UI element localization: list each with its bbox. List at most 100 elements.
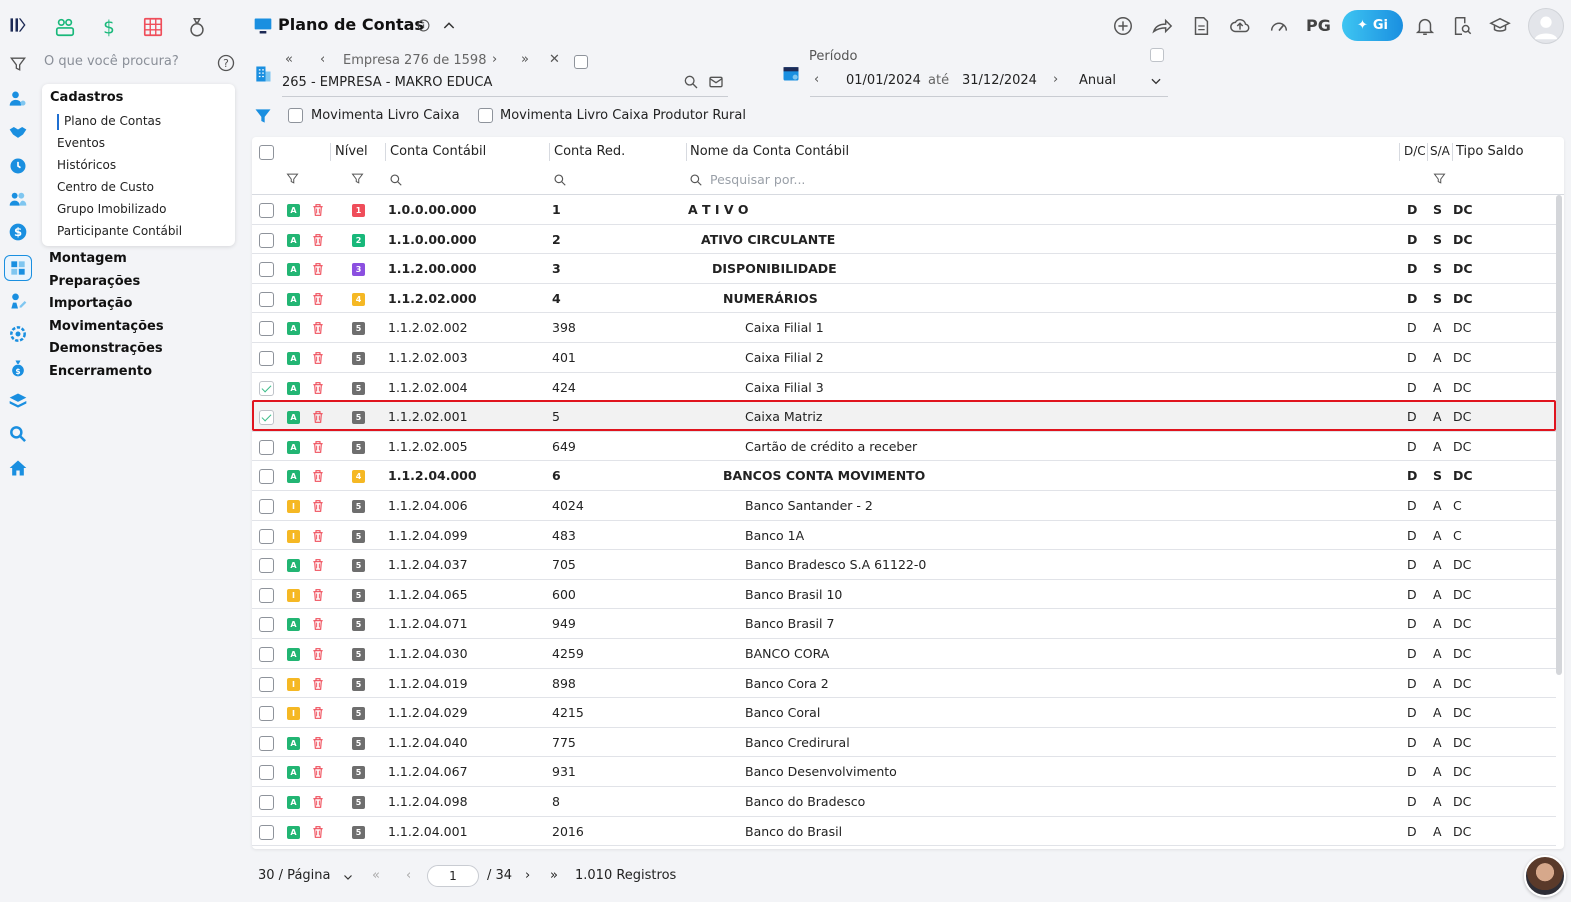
layers-icon[interactable] [7, 390, 29, 412]
table-row[interactable]: A 5 1.1.2.02.003 401 Caixa Filial 2 D A DC [252, 343, 1556, 373]
row-checkbox[interactable] [259, 587, 274, 603]
trash-icon[interactable] [310, 646, 326, 662]
col-conta-contabil[interactable]: Conta Contábil [390, 144, 486, 159]
table-row[interactable]: A 3 1.1.2.00.000 3 DISPONIBILIDADE D S DC [252, 254, 1556, 284]
trash-icon[interactable] [310, 350, 326, 366]
col-tipo-saldo[interactable]: Tipo Saldo [1456, 144, 1524, 159]
col-dc[interactable]: D/C [1404, 144, 1426, 158]
col-nome-conta[interactable]: Nome da Conta Contábil [690, 144, 849, 159]
row-checkbox[interactable] [259, 351, 274, 366]
row-checkbox[interactable] [259, 232, 274, 248]
accounting-module-icon[interactable] [4, 255, 32, 281]
period-end-date[interactable]: 31/12/2024 [962, 73, 1037, 88]
table-row[interactable]: A 4 1.1.2.02.000 4 NUMERÁRIOS D S DC [252, 284, 1556, 314]
search-input[interactable]: O que você procura? [44, 54, 194, 69]
col-conta-red[interactable]: Conta Red. [554, 144, 625, 159]
filter-funnel-icon[interactable] [253, 106, 273, 126]
speedometer-icon[interactable] [1267, 14, 1291, 38]
clock-icon[interactable] [7, 155, 29, 177]
trash-icon[interactable] [310, 261, 326, 277]
menu-item-plano-de-contas[interactable]: Plano de Contas [64, 114, 161, 128]
periodo-checkbox[interactable] [1150, 48, 1164, 62]
trash-icon[interactable] [310, 320, 326, 336]
table-row[interactable]: I 5 1.1.2.04.099 483 Banco 1A D A C [252, 521, 1556, 551]
add-circle-icon[interactable] [1111, 14, 1135, 38]
finance-dollar-icon[interactable]: $ [98, 16, 120, 38]
table-row[interactable]: A 5 1.1.2.04.001 2016 Banco do Brasil D A DC [252, 817, 1556, 847]
bell-icon[interactable] [1413, 14, 1437, 38]
trash-icon[interactable] [310, 528, 326, 544]
bag-icon[interactable] [186, 16, 208, 38]
mail-icon[interactable] [708, 74, 724, 90]
prev-company-button[interactable]: ‹ [320, 52, 325, 67]
row-checkbox[interactable] [259, 528, 274, 544]
table-row[interactable]: A 4 1.1.2.04.000 6 BANCOS CONTA MOVIMENTO D S D… [252, 461, 1556, 491]
trash-icon[interactable] [310, 232, 326, 248]
menu-section-preparacoes[interactable]: Preparações [49, 274, 140, 289]
dollar-icon[interactable]: $ [7, 221, 29, 243]
table-row[interactable]: A 5 1.1.2.04.037 705 Banco Bradesco S.A 6112… [252, 550, 1556, 580]
col-nivel[interactable]: Nível [335, 144, 368, 159]
spreadsheet-icon[interactable] [142, 16, 164, 38]
page-size-chevron-icon[interactable] [342, 871, 354, 883]
row-checkbox[interactable] [259, 499, 274, 514]
trash-icon[interactable] [310, 587, 326, 603]
team-icon[interactable] [54, 16, 76, 38]
handshake-icon[interactable] [7, 121, 29, 143]
trash-icon[interactable] [310, 468, 326, 484]
user-edit-icon[interactable] [7, 290, 29, 312]
trash-icon[interactable] [310, 557, 326, 573]
trash-icon[interactable] [310, 735, 326, 751]
report-search-icon[interactable] [1450, 14, 1474, 38]
table-row[interactable]: I 5 1.1.2.04.019 898 Banco Cora 2 D A DC [252, 669, 1556, 699]
prev-page-button[interactable]: ‹ [406, 868, 411, 883]
user-avatar[interactable] [1528, 8, 1564, 44]
trash-icon[interactable] [310, 824, 326, 840]
gi-assistant-button[interactable]: ✦ Gi [1342, 10, 1403, 41]
menu-item-centro-de-custo[interactable]: Centro de Custo [57, 180, 154, 194]
table-row[interactable]: A 2 1.1.0.00.000 2 ATIVO CIRCULANTE D S DC [252, 225, 1556, 255]
col-sa[interactable]: S/A [1430, 144, 1450, 158]
filter-icon[interactable] [7, 53, 29, 75]
next-period-button[interactable]: › [1053, 72, 1058, 87]
share-forward-icon[interactable] [1150, 14, 1174, 38]
table-row[interactable]: A 5 1.1.2.02.002 398 Caixa Filial 1 D A DC [252, 313, 1556, 343]
menu-section-movimentacoes[interactable]: Movimentações [49, 319, 164, 334]
nome-search-input[interactable]: Pesquisar por... [710, 172, 805, 187]
trash-icon[interactable] [310, 202, 326, 218]
menu-section-montagem[interactable]: Montagem [49, 251, 127, 266]
next-page-button[interactable]: › [525, 868, 530, 883]
table-row[interactable]: A 5 1.1.2.04.030 4259 BANCO CORA D A DC [252, 639, 1556, 669]
table-row[interactable]: A 5 1.1.2.04.067 931 Banco Desenvolvimento D A… [252, 757, 1556, 787]
table-row[interactable]: A 5 1.1.2.04.071 949 Banco Brasil 7 D A DC [252, 609, 1556, 639]
row-checkbox[interactable] [259, 321, 274, 337]
app-logo-icon[interactable] [7, 14, 29, 36]
cloud-upload-icon[interactable] [1228, 14, 1252, 38]
nivel-filter-icon[interactable] [350, 171, 365, 186]
info-icon[interactable] [417, 19, 430, 32]
table-row[interactable]: A 5 1.1.2.02.004 424 Caixa Filial 3 D A DC [252, 373, 1556, 403]
row-checkbox[interactable] [259, 558, 274, 574]
row-checkbox[interactable] [259, 647, 274, 662]
tipo-filter-icon[interactable] [1432, 171, 1447, 186]
page-size-select[interactable]: 30 / Página [258, 868, 330, 883]
first-page-button[interactable]: « [372, 868, 380, 883]
trash-icon[interactable] [310, 676, 326, 692]
first-company-button[interactable]: « [285, 52, 293, 67]
table-row[interactable]: A 5 1.1.2.04.040 775 Banco Credirural D A DC [252, 728, 1556, 758]
row-checkbox[interactable] [259, 262, 274, 278]
prev-period-button[interactable]: ‹ [814, 72, 819, 87]
search-icon[interactable] [7, 423, 29, 445]
page-number-input[interactable]: 1 [427, 865, 479, 887]
row-checkbox[interactable] [259, 706, 274, 722]
next-company-button[interactable]: › [492, 52, 497, 67]
assistant-avatar[interactable] [1524, 855, 1566, 897]
table-row[interactable]: I 5 1.1.2.04.065 600 Banco Brasil 10 D A DC [252, 580, 1556, 610]
table-row[interactable]: I 5 1.1.2.04.029 4215 Banco Coral D A DC [252, 698, 1556, 728]
users-icon[interactable] [7, 188, 29, 210]
row-checkbox[interactable] [259, 439, 274, 455]
row-checkbox[interactable] [259, 824, 274, 840]
gear-network-icon[interactable] [7, 323, 29, 345]
chevron-up-icon[interactable] [441, 18, 457, 34]
trash-icon[interactable] [310, 705, 326, 721]
